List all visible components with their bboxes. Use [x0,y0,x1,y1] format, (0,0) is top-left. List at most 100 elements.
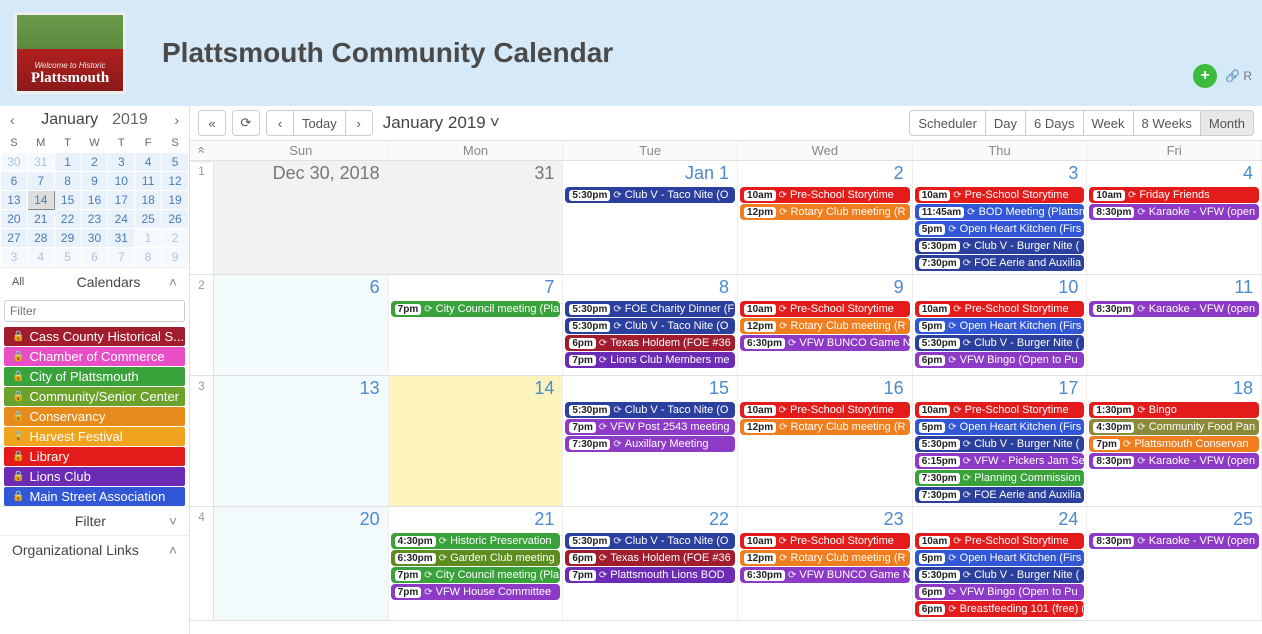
date-label[interactable]: 22 [565,509,735,532]
date-label[interactable]: 21 [391,509,561,532]
event[interactable]: 11:45am⟳BOD Meeting (Plattsm [915,204,1085,220]
day-cell[interactable]: 910am⟳Pre-School Storytime12pm⟳Rotary Cl… [738,275,913,375]
mini-day[interactable]: 23 [81,209,108,228]
org-links-header[interactable]: Organizational Links ˄ [0,535,189,564]
calendar-item[interactable]: 🔒Cass County Historical S... [4,327,185,346]
event[interactable]: 5:30pm⟳Club V - Taco Nite (O [565,187,735,203]
date-label[interactable]: 18 [1089,378,1259,401]
filter-section-header[interactable]: Filter ˅ [0,506,189,535]
collapse-sidebar-button[interactable]: « [198,110,226,136]
mini-day[interactable]: 11 [135,171,162,190]
mini-day[interactable]: 9 [81,171,108,190]
date-label[interactable]: 25 [1089,509,1259,532]
day-cell[interactable]: 1010am⟳Pre-School Storytime5pm⟳Open Hear… [913,275,1088,375]
event[interactable]: 10am⟳Pre-School Storytime [915,301,1085,317]
calendar-item[interactable]: 🔒City of Plattsmouth [4,367,185,386]
day-cell[interactable]: 2310am⟳Pre-School Storytime12pm⟳Rotary C… [738,507,913,620]
date-label[interactable]: 13 [216,378,386,401]
mini-day[interactable]: 30 [1,152,28,171]
view-8 weeks-button[interactable]: 8 Weeks [1133,110,1201,136]
mini-day[interactable]: 2 [81,152,108,171]
event[interactable]: 5pm⟳Open Heart Kitchen (Firs [915,419,1085,435]
event[interactable]: 10am⟳Pre-School Storytime [740,402,910,418]
event[interactable]: 4:30pm⟳Historic Preservation [391,533,561,549]
event[interactable]: 7pm⟳City Council meeting (Pla [391,301,561,317]
event[interactable]: 10am⟳Pre-School Storytime [740,533,910,549]
event[interactable]: 5:30pm⟳FOE Charity Dinner (F [565,301,735,317]
next-period-button[interactable]: › [345,110,373,136]
view-month-button[interactable]: Month [1200,110,1254,136]
mini-day[interactable]: 2 [162,228,189,247]
event[interactable]: 6:30pm⟳VFW BUNCO Game N [740,335,910,351]
event[interactable]: 10am⟳Pre-School Storytime [915,402,1085,418]
mini-day[interactable]: 6 [81,247,108,266]
calendar-item[interactable]: 🔒Library [4,447,185,466]
event[interactable]: 7:30pm⟳Planning Commission [915,470,1085,486]
event[interactable]: 5:30pm⟳Club V - Burger Nite ( [915,567,1085,583]
mini-next-button[interactable]: › [170,110,183,130]
date-label[interactable]: 3 [915,163,1085,186]
event[interactable]: 7pm⟳VFW House Committee [391,584,561,600]
event[interactable]: 12pm⟳Rotary Club meeting (R [740,550,910,566]
calendar-item[interactable]: 🔒Lions Club [4,467,185,486]
week-number[interactable]: 1 [190,161,214,274]
date-label[interactable]: Dec 30, 2018 [216,163,386,186]
event[interactable]: 10am⟳Friday Friends [1089,187,1259,203]
event[interactable]: 8:30pm⟳Karaoke - VFW (open [1089,453,1259,469]
mini-calendar-title[interactable]: January 2019 [41,111,148,129]
event[interactable]: 6:30pm⟳VFW BUNCO Game N [740,567,910,583]
mini-day[interactable]: 16 [81,190,108,209]
mini-day[interactable]: 12 [162,171,189,190]
mini-day[interactable]: 10 [108,171,135,190]
day-cell[interactable]: Dec 30, 2018 [214,161,389,274]
mini-day[interactable]: 25 [135,209,162,228]
calendar-filter-input[interactable] [4,300,185,322]
view-day-button[interactable]: Day [985,110,1026,136]
event[interactable]: 10am⟳Pre-School Storytime [740,187,910,203]
week-number[interactable]: 3 [190,376,214,506]
date-label[interactable]: 11 [1089,277,1259,300]
event[interactable]: 7:30pm⟳Auxillary Meeting [565,436,735,452]
mini-day[interactable]: 31 [27,152,54,171]
day-cell[interactable]: 13 [214,376,389,506]
event[interactable]: 12pm⟳Rotary Club meeting (R [740,419,910,435]
mini-day[interactable]: 3 [1,247,28,266]
calendar-item[interactable]: 🔒Main Street Association [4,487,185,506]
event[interactable]: 10am⟳Pre-School Storytime [740,301,910,317]
mini-day[interactable]: 24 [108,209,135,228]
mini-day[interactable]: 5 [54,247,81,266]
event[interactable]: 1:30pm⟳Bingo [1089,402,1259,418]
day-cell[interactable]: 410am⟳Friday Friends8:30pm⟳Karaoke - VFW… [1087,161,1262,274]
event[interactable]: 5pm⟳Open Heart Kitchen (Firs [915,318,1085,334]
day-cell[interactable]: 181:30pm⟳Bingo4:30pm⟳Community Food Pan7… [1087,376,1262,506]
event[interactable]: 10am⟳Pre-School Storytime [915,187,1085,203]
view-scheduler-button[interactable]: Scheduler [909,110,986,136]
mini-prev-button[interactable]: ‹ [6,110,19,130]
mini-day[interactable]: 6 [1,171,28,190]
date-label[interactable]: 8 [565,277,735,300]
expand-weeks-icon[interactable]: « [193,139,212,163]
view-week-button[interactable]: Week [1083,110,1134,136]
day-cell[interactable]: 118:30pm⟳Karaoke - VFW (open [1087,275,1262,375]
event[interactable]: 5:30pm⟳Club V - Burger Nite ( [915,238,1085,254]
week-number[interactable]: 4 [190,507,214,620]
prev-period-button[interactable]: ‹ [266,110,294,136]
event[interactable]: 6pm⟳Texas Holdem (FOE #36 [565,335,735,351]
mini-day[interactable]: 5 [162,152,189,171]
calendars-section-header[interactable]: All Calendars ˄ [0,267,189,296]
mini-day[interactable]: 1 [135,228,162,247]
refresh-button[interactable]: ⟳ [232,110,260,136]
mini-day[interactable]: 21 [27,209,54,228]
add-event-button[interactable]: + [1193,64,1217,88]
event[interactable]: 6pm⟳VFW Bingo (Open to Pu [915,352,1085,368]
day-cell[interactable]: 85:30pm⟳FOE Charity Dinner (F5:30pm⟳Club… [563,275,738,375]
event[interactable]: 7pm⟳Plattsmouth Conservan [1089,436,1259,452]
calendar-item[interactable]: 🔒Chamber of Commerce [4,347,185,366]
mini-day[interactable]: 20 [1,209,28,228]
event[interactable]: 5:30pm⟳Club V - Taco Nite (O [565,533,735,549]
mini-day[interactable]: 17 [108,190,135,209]
date-label[interactable]: 14 [391,378,561,401]
event[interactable]: 5:30pm⟳Club V - Taco Nite (O [565,318,735,334]
mini-day[interactable]: 30 [81,228,108,247]
day-cell[interactable]: 155:30pm⟳Club V - Taco Nite (O7pm⟳VFW Po… [563,376,738,506]
